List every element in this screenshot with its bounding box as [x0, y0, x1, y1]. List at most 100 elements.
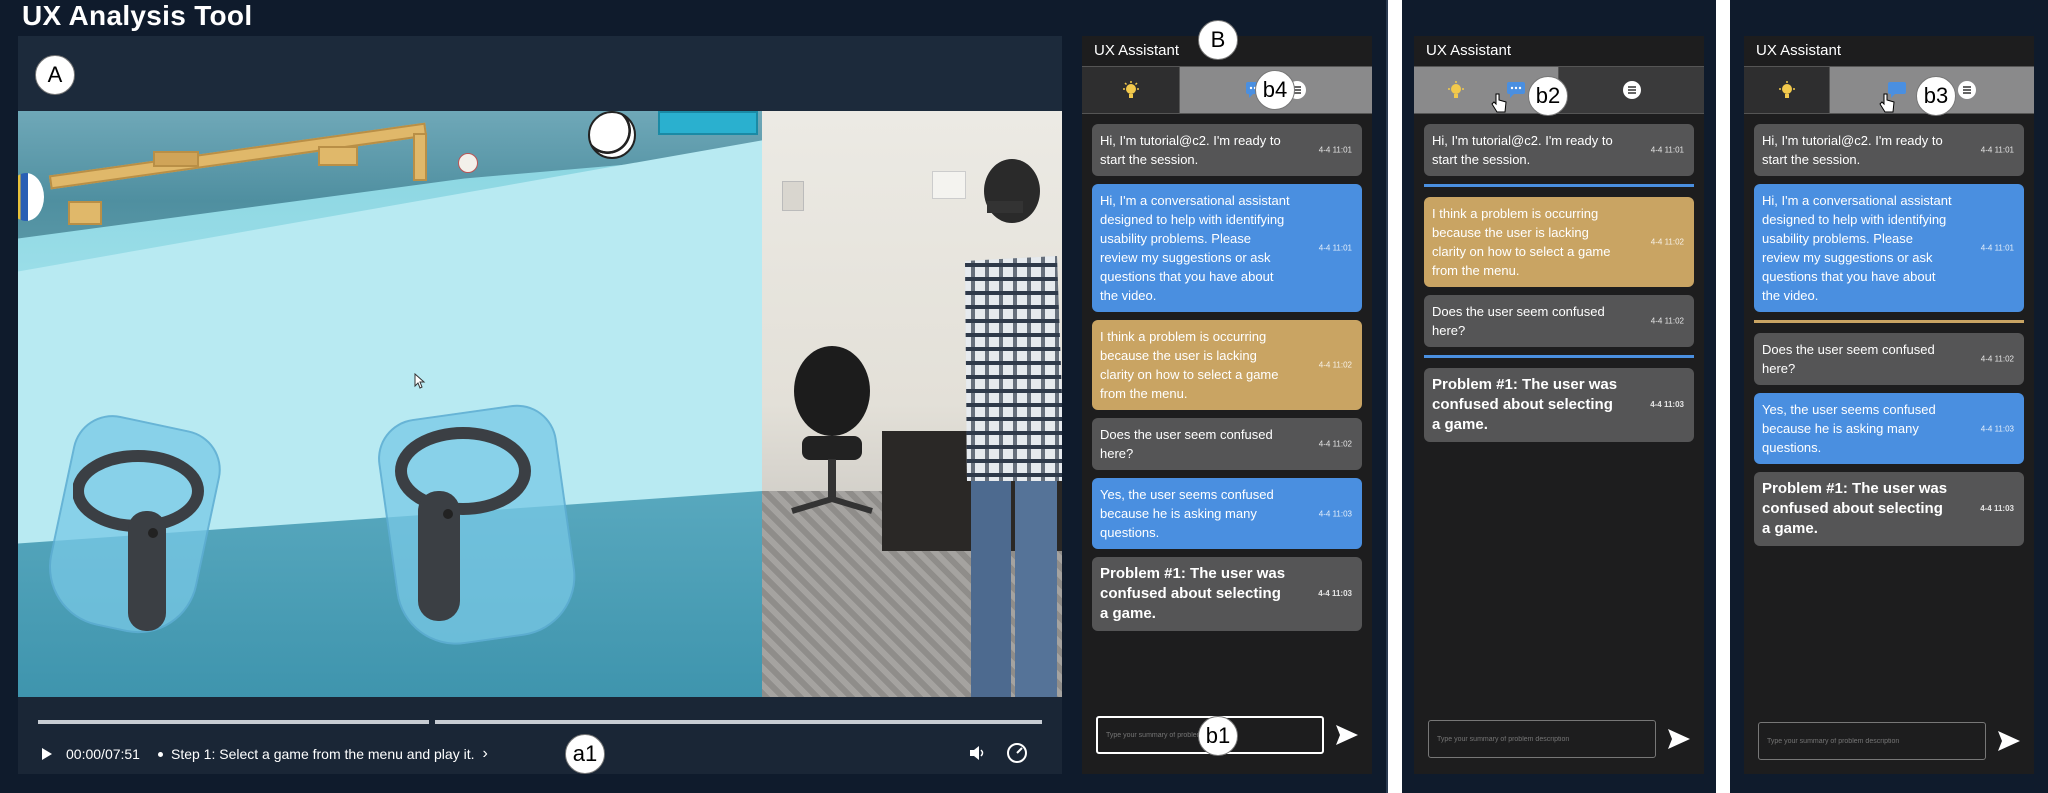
tab-suggestions[interactable]: [1082, 67, 1180, 113]
assistant-variant-b2: UX Assistant Hi, I'm tutorial@c2. I'm re…: [1402, 0, 1716, 793]
assistant-panel-b2: UX Assistant Hi, I'm tutorial@c2. I'm re…: [1414, 36, 1704, 774]
problem-input-field[interactable]: [1429, 721, 1655, 757]
send-arrow-icon[interactable]: [1666, 726, 1692, 752]
message-timestamp: 4-4 11:02: [1980, 354, 2014, 364]
wall-paper: [782, 181, 804, 211]
message-text: Does the user seem confused here?: [1100, 427, 1273, 461]
step-marker[interactable]: [429, 720, 435, 724]
play-icon: [42, 748, 52, 760]
message-timestamp: 4-4 11:03: [1650, 400, 1684, 409]
tab-suggestions[interactable]: [1744, 67, 1830, 113]
list-icon[interactable]: [1957, 80, 1977, 100]
speedometer-icon[interactable]: [1006, 742, 1028, 764]
progress-bar[interactable]: [38, 720, 1042, 724]
divider-blue: [1424, 355, 1694, 358]
video-frame[interactable]: [18, 111, 1062, 697]
assistant-title: UX Assistant: [1094, 42, 1180, 59]
message-user: Does the user seem confused here? 4-4 11:…: [1754, 333, 2024, 385]
message-timestamp: 4-4 11:02: [1650, 237, 1684, 247]
message-text: Does the user seem confused here?: [1762, 342, 1935, 376]
person: [965, 159, 1062, 697]
message-user: Hi, I'm tutorial@c2. I'm ready to start …: [1092, 124, 1362, 176]
chevron-right-icon[interactable]: ›: [483, 745, 488, 763]
message-problem: Problem #1: The user was confused about …: [1754, 472, 2024, 546]
assistant-panel-b3: UX Assistant Hi, I'm tutorial@c2. I'm re…: [1744, 36, 2034, 774]
room-camera-view: [762, 111, 1062, 697]
vr-beam: [153, 151, 199, 167]
message-timestamp: 4-4 11:01: [1980, 243, 2014, 253]
play-button[interactable]: [40, 747, 54, 761]
problem-input[interactable]: [1428, 720, 1656, 758]
message-user: Hi, I'm tutorial@c2. I'm ready to start …: [1424, 124, 1694, 176]
problem-input[interactable]: [1758, 722, 1986, 760]
duration: 07:51: [104, 746, 140, 762]
message-list: Hi, I'm tutorial@c2. I'm ready to start …: [1092, 124, 1362, 639]
soccer-ball: [588, 111, 636, 159]
bullet-icon: [157, 751, 163, 757]
message-user: Does the user seem confused here? 4-4 11:…: [1092, 418, 1362, 470]
message-assistant: Hi, I'm a conversational assistant desig…: [1754, 184, 2024, 312]
annotation-label-a1: a1: [565, 734, 605, 774]
message-user: Does the user seem confused here? 4-4 11:…: [1424, 295, 1694, 347]
message-text: Yes, the user seems confused because he …: [1762, 402, 1936, 455]
office-chair: [791, 346, 873, 514]
message-timestamp: 4-4 11:02: [1318, 360, 1352, 370]
video-header: [18, 36, 1062, 111]
send-arrow-icon[interactable]: [1996, 728, 2022, 754]
problem-input-field[interactable]: [1759, 723, 1985, 759]
message-user: Hi, I'm tutorial@c2. I'm ready to start …: [1754, 124, 2024, 176]
chat-bubble-icon: [1507, 82, 1525, 98]
app-title: UX Analysis Tool: [22, 0, 253, 31]
message-timestamp: 4-4 11:03: [1318, 589, 1352, 598]
divider-blue: [1424, 184, 1694, 187]
message-timestamp: 4-4 11:03: [1318, 509, 1352, 518]
message-text: Hi, I'm tutorial@c2. I'm ready to start …: [1762, 133, 1943, 167]
vr-beam: [318, 146, 358, 166]
annotation-label-b3: b3: [1916, 76, 1956, 116]
lightbulb-icon: [1448, 81, 1464, 98]
message-text: Problem #1: The user was confused about …: [1762, 480, 1948, 537]
time-display: 00:00/07:51: [66, 746, 140, 762]
annotation-label-a: A: [35, 55, 75, 95]
assistant-title: UX Assistant: [1426, 42, 1512, 59]
video-player: 00:00/07:51 Step 1: Select a game from t…: [18, 36, 1062, 774]
volume-icon[interactable]: [968, 744, 986, 762]
message-assistant: Yes, the user seems confused because he …: [1754, 393, 2024, 464]
vr-beam: [68, 201, 102, 225]
baseball: [458, 153, 478, 173]
message-list: Hi, I'm tutorial@c2. I'm ready to start …: [1424, 124, 1694, 450]
message-text: Hi, I'm a conversational assistant desig…: [1762, 193, 1952, 303]
right-controller: [395, 427, 531, 621]
vr-view: [18, 111, 762, 697]
message-suggestion[interactable]: I think a problem is occurring because t…: [1092, 320, 1362, 410]
message-text: Problem #1: The user was confused about …: [1100, 565, 1286, 622]
message-timestamp: 4-4 11:03: [1980, 504, 2014, 513]
playback-controls: 00:00/07:51 Step 1: Select a game from t…: [18, 736, 1062, 772]
left-controller: [73, 450, 204, 631]
message-text: Hi, I'm tutorial@c2. I'm ready to start …: [1432, 133, 1613, 167]
annotation-label-b1: b1: [1198, 716, 1238, 756]
message-text: I think a problem is occurring because t…: [1432, 206, 1611, 278]
message-timestamp: 4-4 11:01: [1318, 145, 1352, 155]
message-text: Yes, the user seems confused because he …: [1100, 487, 1274, 540]
message-suggestion[interactable]: I think a problem is occurring because t…: [1424, 197, 1694, 287]
assistant-variant-b3: UX Assistant Hi, I'm tutorial@c2. I'm re…: [1730, 0, 2048, 793]
step-indicator: Step 1: Select a game from the menu and …: [157, 745, 488, 763]
message-problem: Problem #1: The user was confused about …: [1424, 368, 1694, 442]
list-icon: [1622, 81, 1641, 99]
message-text: I think a problem is occurring because t…: [1100, 329, 1279, 401]
current-time: 00:00: [66, 746, 102, 762]
pointer-hand-icon: [1879, 93, 1895, 113]
message-list: Hi, I'm tutorial@c2. I'm ready to start …: [1754, 124, 2024, 554]
message-text: Hi, I'm tutorial@c2. I'm ready to start …: [1100, 133, 1281, 167]
step-text: Step 1: Select a game from the menu and …: [170, 746, 475, 762]
tab-summary[interactable]: [1559, 67, 1704, 113]
assistant-panel-main: UX Assistant Hi, I'm tutorial@c2. I'm re…: [1082, 36, 1372, 774]
vr-beam: [413, 133, 427, 181]
lightbulb-icon: [1778, 81, 1795, 98]
message-timestamp: 4-4 11:03: [1980, 424, 2014, 433]
assistant-title: UX Assistant: [1756, 42, 1842, 59]
message-text: Problem #1: The user was confused about …: [1432, 376, 1618, 433]
send-arrow-icon[interactable]: [1334, 722, 1360, 748]
message-timestamp: 4-4 11:02: [1318, 439, 1352, 449]
